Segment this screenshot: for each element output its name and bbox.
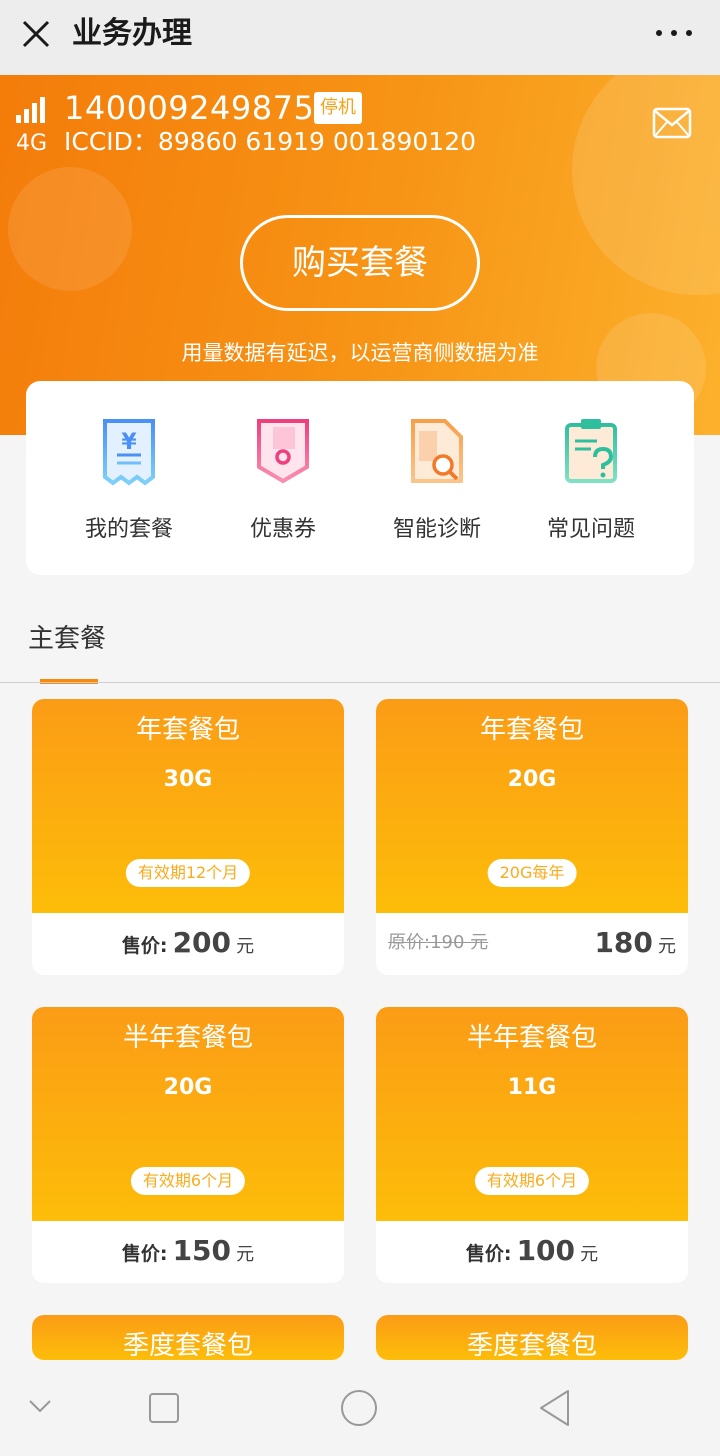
- chevron-down-icon[interactable]: [28, 1398, 52, 1414]
- svg-text:¥: ¥: [121, 430, 137, 455]
- price-unit: 元: [236, 1244, 255, 1265]
- quick-menu: ¥ 我的套餐 优惠券 智能诊断 常见问题: [26, 381, 694, 575]
- package-name: 季度套餐包: [122, 1331, 253, 1360]
- package-tag: 20G每年: [487, 859, 577, 887]
- price-value: 180: [594, 926, 653, 959]
- tab-main-package[interactable]: 主套餐: [28, 622, 106, 656]
- top-bar: 业务办理: [0, 0, 720, 75]
- package-card-header: 年套餐包 20G 20G每年: [376, 699, 688, 913]
- status-badge: 停机: [314, 92, 362, 124]
- package-data: 20G: [507, 767, 557, 792]
- price-unit: 元: [580, 1244, 599, 1265]
- package-card[interactable]: 年套餐包 20G 20G每年 原价:190 元 180 元: [376, 699, 688, 975]
- receipt-yen-icon: ¥: [103, 419, 155, 486]
- package-price-bar: 售价: 150 元: [32, 1221, 344, 1283]
- more-icon[interactable]: [652, 18, 696, 48]
- recent-apps-icon[interactable]: [148, 1392, 180, 1424]
- package-name: 半年套餐包: [122, 1023, 253, 1053]
- package-card-header: 年套餐包 30G 有效期12个月: [32, 699, 344, 913]
- package-card-header: 季度套餐包: [376, 1315, 688, 1360]
- package-data: 20G: [163, 1075, 213, 1100]
- price-label: 售价:: [121, 1243, 168, 1265]
- menu-label: 我的套餐: [84, 517, 173, 542]
- menu-item-diagnosis[interactable]: 智能诊断: [362, 381, 512, 575]
- package-data: 11G: [507, 1075, 557, 1100]
- page-title: 业务办理: [72, 16, 192, 51]
- signal-icon: [16, 97, 45, 123]
- package-card-header: 半年套餐包 20G 有效期6个月: [32, 1007, 344, 1221]
- price-unit: 元: [236, 936, 255, 957]
- package-name: 半年套餐包: [466, 1023, 597, 1053]
- home-icon[interactable]: [340, 1389, 378, 1427]
- package-price-bar: 原价:190 元 180 元: [376, 913, 688, 975]
- price-unit: 元: [658, 936, 676, 957]
- document-search-icon: [411, 419, 463, 483]
- menu-item-my-package[interactable]: ¥ 我的套餐: [54, 381, 204, 575]
- menu-label: 常见问题: [546, 517, 635, 542]
- package-price-bar: 售价: 200 元: [32, 913, 344, 975]
- price-value: 200: [172, 926, 232, 959]
- package-tag: 有效期12个月: [125, 859, 251, 887]
- close-icon[interactable]: [16, 14, 56, 54]
- package-name: 季度套餐包: [466, 1331, 597, 1360]
- package-card[interactable]: 季度套餐包: [32, 1315, 344, 1360]
- price-value: 100: [516, 1234, 576, 1267]
- package-card[interactable]: 半年套餐包 11G 有效期6个月 售价: 100 元: [376, 1007, 688, 1283]
- package-card[interactable]: 季度套餐包: [376, 1315, 688, 1360]
- menu-label: 智能诊断: [392, 517, 481, 542]
- package-tag: 有效期6个月: [474, 1167, 590, 1195]
- system-nav-bar: [0, 1360, 720, 1456]
- buy-package-button[interactable]: 购买套餐: [240, 215, 480, 311]
- package-data: 30G: [163, 767, 213, 792]
- package-card-header: 半年套餐包 11G 有效期6个月: [376, 1007, 688, 1221]
- network-type: 4G: [16, 131, 48, 156]
- menu-item-coupon[interactable]: 优惠券: [208, 381, 358, 575]
- menu-label: 优惠券: [249, 517, 316, 542]
- package-card-header: 季度套餐包: [32, 1315, 344, 1360]
- decor-bubble: [8, 167, 132, 291]
- price-value: 150: [172, 1234, 232, 1267]
- package-name: 年套餐包: [479, 715, 584, 745]
- coupon-icon: [257, 419, 309, 484]
- package-name: 年套餐包: [135, 715, 240, 745]
- divider: [0, 682, 720, 683]
- decor-bubble: [572, 75, 720, 295]
- price-label: 售价:: [121, 935, 168, 957]
- original-price: 原价:190 元: [388, 932, 489, 953]
- package-tag: 有效期6个月: [130, 1167, 246, 1195]
- phone-number: 1400092498756: [64, 89, 336, 127]
- back-icon[interactable]: [538, 1389, 572, 1427]
- menu-item-faq[interactable]: 常见问题: [516, 381, 666, 575]
- package-price-bar: 售价: 100 元: [376, 1221, 688, 1283]
- clipboard-question-icon: [565, 419, 617, 483]
- mail-icon[interactable]: [652, 107, 692, 139]
- iccid-text: ICCID：89860 61919 001890120: [64, 127, 477, 156]
- package-card[interactable]: 年套餐包 30G 有效期12个月 售价: 200 元: [32, 699, 344, 975]
- package-card[interactable]: 半年套餐包 20G 有效期6个月 售价: 150 元: [32, 1007, 344, 1283]
- data-delay-notice: 用量数据有延迟，以运营商侧数据为准: [181, 341, 539, 365]
- price-label: 售价:: [465, 1243, 512, 1265]
